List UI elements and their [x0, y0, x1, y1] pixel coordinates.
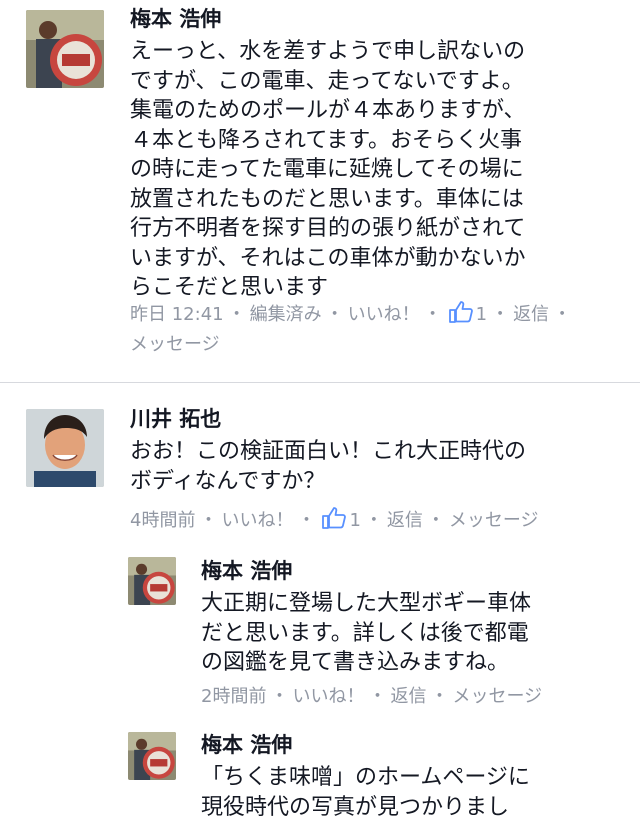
comment-divider — [0, 382, 640, 383]
avatar[interactable] — [128, 732, 176, 780]
reply-button[interactable]: 返信 — [513, 300, 549, 330]
comment-meta: 昨日 12:41 ・編集済み・いいね！・ 1 ・返信 ・メッセージ — [130, 300, 630, 360]
profile-photo-icon — [26, 409, 104, 487]
profile-photo-icon — [128, 557, 176, 605]
thumbs-up-icon[interactable] — [448, 301, 473, 323]
like-button[interactable]: いいね！ — [348, 300, 420, 330]
comment-text: えーっと、水を差すようで申し訳ないの ですが、この電車、走ってないですよ。 集電… — [130, 39, 526, 300]
comment-text: 大正期に登場した大型ボギー車体 だと思います。詳しくは後で都電 の図鑑を見て書き… — [201, 591, 532, 675]
comment-author[interactable]: 梅本 浩伸 — [201, 557, 292, 585]
comment-author[interactable]: 川井 拓也 — [130, 405, 221, 433]
comment-text: 「ちくま味噌」のホームページに 現役時代の写真が見つかりまし — [201, 765, 530, 820]
like-count[interactable]: 1 — [476, 300, 487, 330]
avatar[interactable] — [128, 557, 176, 605]
edited-label[interactable]: 編集済み — [250, 300, 322, 330]
separator: ・ — [297, 510, 316, 531]
avatar[interactable] — [26, 409, 104, 487]
like-count[interactable]: 1 — [349, 506, 360, 536]
thumbs-up-icon[interactable] — [322, 507, 347, 529]
comment-author[interactable]: 梅本 浩伸 — [201, 731, 292, 759]
profile-photo-icon — [26, 10, 104, 88]
separator: ・ — [430, 686, 449, 707]
separator: ・ — [199, 510, 218, 531]
separator: ・ — [368, 686, 387, 707]
avatar[interactable] — [26, 10, 104, 88]
separator: ・ — [227, 304, 246, 325]
separator: ・ — [364, 510, 383, 531]
comment-author[interactable]: 梅本 浩伸 — [130, 5, 221, 33]
message-button[interactable]: メッセージ — [449, 506, 539, 536]
timestamp[interactable]: 2時間前 — [201, 682, 266, 712]
comment-meta: 2時間前・いいね！・返信・メッセージ — [201, 682, 542, 712]
timestamp[interactable]: 昨日 12:41 — [130, 300, 224, 330]
reply-button[interactable]: 返信 — [387, 506, 423, 536]
comment-text: おお！この検証面白い！これ大正時代の ボディなんですか？ — [130, 439, 527, 494]
separator: ・ — [553, 304, 572, 325]
comment-meta: 4時間前・いいね！・ 1 ・返信・メッセージ — [130, 506, 539, 536]
like-button[interactable]: いいね！ — [221, 506, 293, 536]
message-button[interactable]: メッセージ — [130, 330, 220, 360]
separator: ・ — [325, 304, 344, 325]
like-button[interactable]: いいね！ — [292, 682, 364, 712]
message-button[interactable]: メッセージ — [452, 682, 542, 712]
separator: ・ — [270, 686, 289, 707]
separator: ・ — [491, 304, 510, 325]
timestamp[interactable]: 4時間前 — [130, 506, 195, 536]
separator: ・ — [423, 304, 442, 325]
separator: ・ — [426, 510, 445, 531]
reply-button[interactable]: 返信 — [390, 682, 426, 712]
profile-photo-icon — [128, 732, 176, 780]
